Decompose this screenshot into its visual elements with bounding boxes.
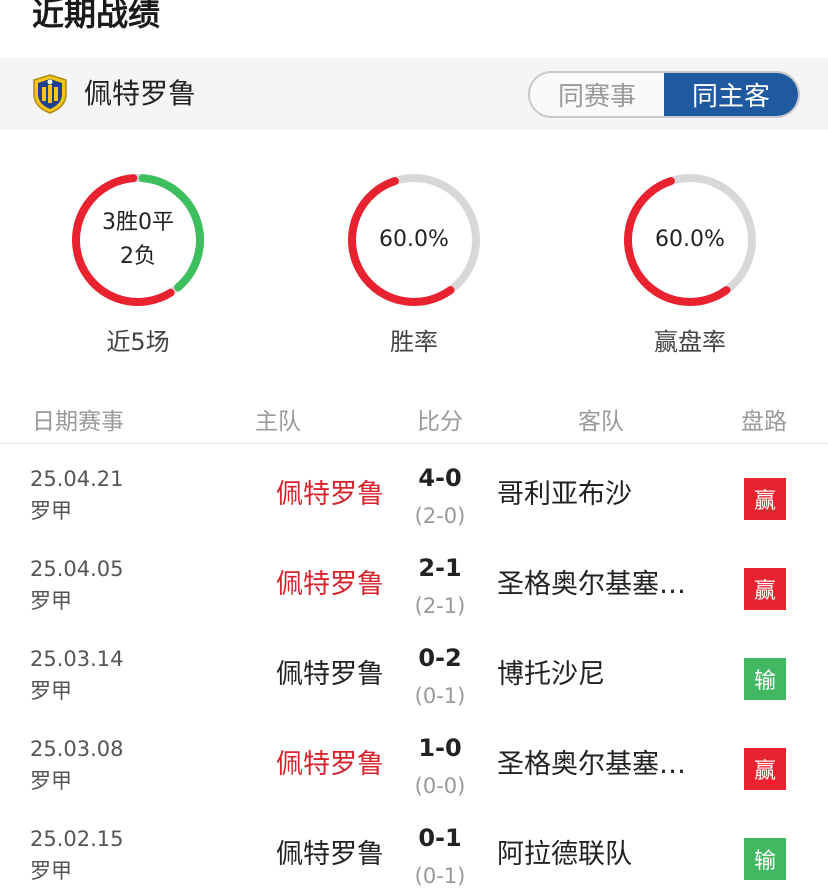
match-date: 25.02.15 bbox=[30, 827, 124, 851]
full-time-score: 4-0 bbox=[418, 464, 462, 492]
match-league: 罗甲 bbox=[30, 589, 72, 613]
header-home: 主队 bbox=[255, 409, 301, 435]
match-date: 25.03.08 bbox=[30, 737, 124, 761]
home-team: 佩特罗鲁 bbox=[276, 659, 384, 690]
half-time-score: (2-0) bbox=[414, 504, 466, 528]
recent-form-record: 3胜0平 bbox=[102, 210, 174, 235]
cover-rate-value: 60.0% bbox=[655, 227, 725, 252]
tab-same-venue[interactable]: 同主客 bbox=[664, 73, 798, 116]
half-time-score: (2-1) bbox=[414, 594, 466, 618]
table-header: 日期赛事 主队 比分 客队 盘路 bbox=[0, 396, 828, 444]
home-team: 佩特罗鲁 bbox=[276, 479, 384, 510]
result-badge: 赢 bbox=[744, 478, 786, 520]
home-team: 佩特罗鲁 bbox=[276, 569, 384, 600]
result-badge: 输 bbox=[744, 838, 786, 880]
full-time-score: 1-0 bbox=[418, 734, 462, 762]
result-badge: 赢 bbox=[744, 568, 786, 610]
full-time-score: 2-1 bbox=[418, 554, 462, 582]
match-date: 25.04.21 bbox=[30, 467, 124, 491]
header-handicap: 盘路 bbox=[741, 409, 787, 435]
home-team: 佩特罗鲁 bbox=[276, 749, 384, 780]
full-time-score: 0-2 bbox=[418, 644, 462, 672]
match-date: 25.04.05 bbox=[30, 557, 124, 581]
full-time-score: 0-1 bbox=[418, 824, 462, 852]
tab-same-competition[interactable]: 同赛事 bbox=[530, 73, 664, 116]
team-name: 佩特罗鲁 bbox=[84, 77, 197, 110]
header-away: 客队 bbox=[578, 409, 624, 435]
home-team: 佩特罗鲁 bbox=[276, 839, 384, 870]
section-title: 近期战绩 bbox=[32, 0, 161, 33]
recent-form-summary: 3胜0平 2负 近5场 bbox=[68, 170, 208, 356]
away-team: 阿拉德联队 bbox=[497, 839, 632, 870]
result-badge: 输 bbox=[744, 658, 786, 700]
table-row[interactable]: 25.03.14 罗甲 佩特罗鲁 0-2 (0-1) 博托沙尼 输 bbox=[0, 628, 828, 718]
table-row[interactable]: 25.04.05 罗甲 佩特罗鲁 2-1 (2-1) 圣格奥尔基塞… 赢 bbox=[0, 538, 828, 628]
match-league: 罗甲 bbox=[30, 679, 72, 703]
team-bar: 佩特罗鲁 同赛事 同主客 bbox=[0, 58, 828, 130]
table-row[interactable]: 25.04.21 罗甲 佩特罗鲁 4-0 (2-0) 哥利亚布沙 赢 bbox=[0, 448, 828, 538]
filter-toggle: 同赛事 同主客 bbox=[528, 71, 800, 118]
match-league: 罗甲 bbox=[30, 499, 72, 523]
table-row[interactable]: 25.03.08 罗甲 佩特罗鲁 1-0 (0-0) 圣格奥尔基塞… 赢 bbox=[0, 718, 828, 808]
team-crest-icon bbox=[32, 74, 68, 114]
match-league: 罗甲 bbox=[30, 769, 72, 793]
cover-rate-summary: 60.0% 赢盘率 bbox=[620, 170, 760, 356]
table-row[interactable]: 25.02.15 罗甲 佩特罗鲁 0-1 (0-1) 阿拉德联队 输 bbox=[0, 808, 828, 894]
recent-form-losses: 2负 bbox=[120, 244, 156, 269]
cover-rate-label: 赢盘率 bbox=[654, 328, 726, 356]
half-time-score: (0-0) bbox=[414, 774, 466, 798]
away-team: 圣格奥尔基塞… bbox=[497, 749, 686, 780]
header-date-league: 日期赛事 bbox=[32, 409, 124, 435]
win-rate-value: 60.0% bbox=[379, 227, 449, 252]
recent-form-label: 近5场 bbox=[106, 328, 170, 356]
away-team: 博托沙尼 bbox=[497, 659, 605, 690]
half-time-score: (0-1) bbox=[414, 684, 466, 708]
away-team: 圣格奥尔基塞… bbox=[497, 569, 686, 600]
match-league: 罗甲 bbox=[30, 859, 72, 883]
win-rate-summary: 60.0% 胜率 bbox=[344, 170, 484, 356]
result-badge: 赢 bbox=[744, 748, 786, 790]
half-time-score: (0-1) bbox=[414, 864, 466, 888]
header-score: 比分 bbox=[417, 409, 463, 435]
away-team: 哥利亚布沙 bbox=[497, 479, 632, 510]
match-date: 25.03.14 bbox=[30, 647, 124, 671]
win-rate-label: 胜率 bbox=[390, 328, 438, 356]
